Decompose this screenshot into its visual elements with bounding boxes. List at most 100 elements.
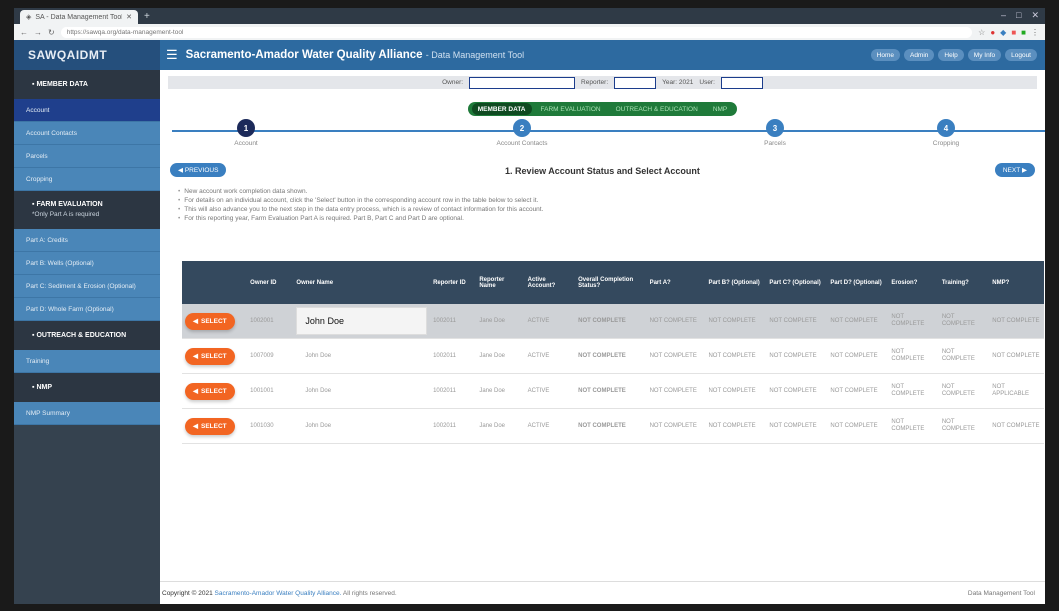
reporter-filter-input[interactable] <box>614 76 657 89</box>
reporter-id-cell: 1002011 <box>430 373 477 409</box>
app-logo[interactable]: SAWQAIDMT <box>14 40 160 70</box>
active-cell: ACTIVE <box>524 304 576 339</box>
sidebar-section-outreach[interactable]: ▪ OUTREACH & EDUCATION <box>14 321 160 350</box>
sidebar-item-parcels[interactable]: Parcels <box>14 145 160 168</box>
help-button[interactable]: Help <box>938 49 964 61</box>
new-tab-button[interactable]: + <box>144 11 150 22</box>
select-button[interactable]: ◀ SELECT <box>185 347 235 365</box>
reload-icon[interactable]: ↻ <box>48 28 55 37</box>
logout-button[interactable]: Logout <box>1005 49 1037 61</box>
browser-tab[interactable]: ◈ SA - Data Management Tool ✕ <box>20 10 138 24</box>
col-header-reporter-id[interactable]: Reporter ID <box>430 261 477 304</box>
part-b-cell: NOT COMPLETE <box>705 304 767 339</box>
owner-name-cell: John Doe <box>293 408 431 444</box>
sidebar-item-cropping[interactable]: Cropping <box>14 168 160 191</box>
star-icon[interactable]: ☆ <box>978 28 985 37</box>
reporter-name-cell: Jane Doe <box>476 304 525 339</box>
sidebar-section-nmp[interactable]: ▪ NMP <box>14 373 160 402</box>
nmp-cell: NOT COMPLETE <box>989 408 1044 444</box>
user-filter-input[interactable] <box>720 76 763 89</box>
col-header-owner-name[interactable]: Owner Name <box>293 261 431 304</box>
sidebar-item-account-contacts[interactable]: Account Contacts <box>14 122 160 145</box>
step-cropping[interactable]: 4 Cropping <box>906 119 986 147</box>
extension-icon[interactable]: ◆ <box>1000 28 1006 37</box>
step-account-contacts[interactable]: 2 Account Contacts <box>482 119 562 147</box>
pill-outreach-education[interactable]: OUTREACH & EDUCATION <box>610 103 704 115</box>
part-d-cell: NOT COMPLETE <box>827 408 889 444</box>
sidebar-item-part-b[interactable]: Part B: Wells (Optional) <box>14 252 160 275</box>
step-account[interactable]: 1 Account <box>206 119 286 147</box>
select-cell: ◀ SELECT <box>182 373 248 409</box>
my-info-button[interactable]: My Info <box>967 49 1002 61</box>
user-filter-label: User: <box>699 79 715 86</box>
table-row: ◀ SELECT 1001030 John Doe 1002011 Jane Do… <box>182 408 1044 444</box>
sidebar-section-farm[interactable]: ▪ FARM EVALUATION *Only Part A is requir… <box>14 191 160 229</box>
sidebar-item-part-a[interactable]: Part A: Credits <box>14 229 160 252</box>
year-filter[interactable]: Year: 2021 <box>662 79 693 86</box>
sidebar-section-member[interactable]: ▪ MEMBER DATA <box>14 70 160 99</box>
menu-icon[interactable]: ⋮ <box>1031 28 1039 37</box>
overall-status-cell: NOT COMPLETE <box>575 304 647 339</box>
pill-member-data[interactable]: MEMBER DATA <box>471 103 532 115</box>
back-icon[interactable]: ← <box>20 28 28 37</box>
extension-icon[interactable]: ■ <box>1011 28 1016 37</box>
admin-button[interactable]: Admin <box>903 49 935 61</box>
owner-filter-input[interactable] <box>469 76 576 89</box>
header-buttons: Home Admin Help My Info Logout <box>870 49 1037 61</box>
sidebar-item-nmp-summary[interactable]: NMP Summary <box>14 402 160 425</box>
owner-id-cell: 1001001 <box>247 373 294 409</box>
url-input[interactable]: https://sawqa.org/data-management-tool <box>60 26 973 38</box>
page-title-row: ◀ PREVIOUS 1. Review Account Status and … <box>170 161 1035 181</box>
sidebar-item-part-c[interactable]: Part C: Sediment & Erosion (Optional) <box>14 275 160 298</box>
select-button[interactable]: ◀ SELECT <box>185 417 235 435</box>
nmp-cell: NOT APPLICABLE <box>989 373 1044 409</box>
extension-icon[interactable]: ■ <box>1021 28 1026 37</box>
select-button[interactable]: ◀ SELECT <box>185 312 235 330</box>
col-header-active[interactable]: Active Account? <box>524 261 576 304</box>
next-button[interactable]: NEXT ▶ <box>994 163 1035 177</box>
previous-button[interactable]: ◀ PREVIOUS <box>170 163 227 177</box>
col-header-owner-id[interactable]: Owner ID <box>247 261 294 304</box>
close-window-icon[interactable]: ✕ <box>1031 10 1039 21</box>
footer-copyright: Copyright © 2021 Sacramento-Amador Water… <box>162 590 397 597</box>
col-header-nmp[interactable]: NMP? <box>989 261 1044 304</box>
col-header-part-b[interactable]: Part B? (Optional) <box>705 261 767 304</box>
overall-status-cell: NOT COMPLETE <box>575 373 647 409</box>
minimize-icon[interactable]: – <box>1001 10 1006 21</box>
home-button[interactable]: Home <box>870 49 900 61</box>
hamburger-icon[interactable]: ☰ <box>166 47 178 63</box>
col-header-part-c[interactable]: Part C? (Optional) <box>766 261 828 304</box>
col-header-erosion[interactable]: Erosion? <box>888 261 939 304</box>
maximize-icon[interactable]: □ <box>1016 10 1021 21</box>
step-parcels[interactable]: 3 Parcels <box>735 119 815 147</box>
forward-icon[interactable]: → <box>34 28 42 37</box>
col-header-reporter-name[interactable]: Reporter Name <box>476 261 525 304</box>
select-cell: ◀ SELECT <box>182 338 248 374</box>
accounts-table: Owner ID Owner Name Reporter ID Reporter… <box>182 261 1044 444</box>
part-a-cell: NOT COMPLETE <box>646 373 706 409</box>
select-button[interactable]: ◀ SELECT <box>185 382 235 400</box>
sidebar-item-training[interactable]: Training <box>14 350 160 373</box>
sidebar-item-account[interactable]: Account <box>14 99 160 122</box>
part-d-cell: NOT COMPLETE <box>827 338 889 374</box>
col-header-training[interactable]: Training? <box>938 261 990 304</box>
extension-icon[interactable]: ● <box>990 28 995 37</box>
part-a-cell: NOT COMPLETE <box>646 408 706 444</box>
pill-farm-evaluation[interactable]: FARM EVALUATION <box>535 103 607 115</box>
arrow-right-icon: ▶ <box>1020 167 1027 174</box>
main-content: Owner: Reporter: Year: 2021 User: MEMBER… <box>160 70 1045 604</box>
arrow-left-icon: ◀ <box>178 167 185 174</box>
step-number: 1 <box>237 119 255 137</box>
footer-org-link[interactable]: Sacramento-Amador Water Quality Alliance… <box>215 590 342 597</box>
sidebar-item-part-d[interactable]: Part D: Whole Farm (Optional) <box>14 298 160 321</box>
reporter-name-cell: Jane Doe <box>476 408 525 444</box>
part-c-cell: NOT COMPLETE <box>766 408 828 444</box>
close-icon[interactable]: ✕ <box>126 13 132 21</box>
col-header-part-d[interactable]: Part D? (Optional) <box>827 261 889 304</box>
arrow-left-icon: ◀ <box>193 423 198 430</box>
owner-id-cell: 1007009 <box>247 338 294 374</box>
col-header-part-a[interactable]: Part A? <box>646 261 706 304</box>
pill-nmp[interactable]: NMP <box>707 103 733 115</box>
col-header-overall[interactable]: Overall Completion Status? <box>575 261 647 304</box>
sidebar-section-label: FARM EVALUATION <box>36 201 103 208</box>
